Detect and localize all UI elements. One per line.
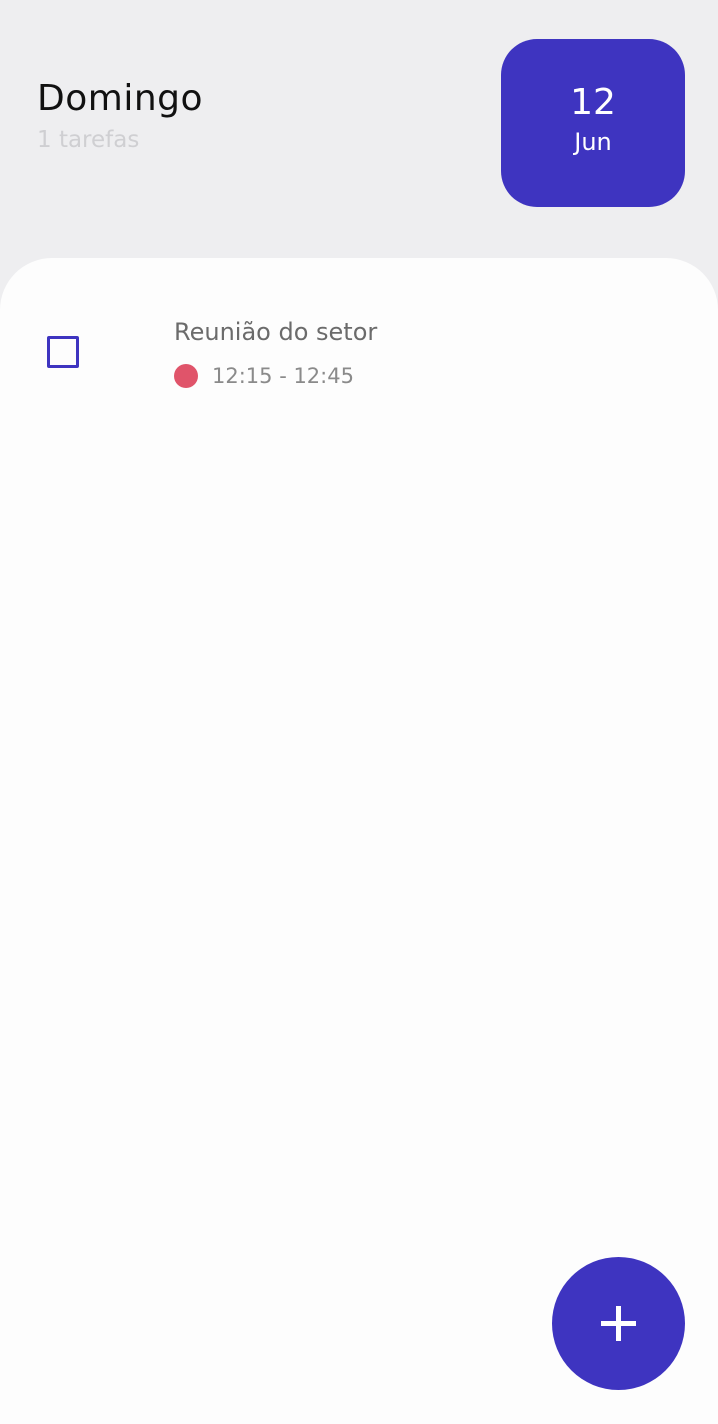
date-badge-button[interactable]: 12 Jun bbox=[501, 39, 685, 207]
task-time: 12:15 - 12:45 bbox=[212, 364, 354, 388]
task-count: 1 tarefas bbox=[37, 127, 140, 153]
task-meta: 12:15 - 12:45 bbox=[174, 363, 354, 389]
task-checkbox[interactable] bbox=[47, 336, 79, 368]
task-item[interactable]: Reunião do setor 12:15 - 12:45 bbox=[0, 300, 718, 410]
date-day: 12 bbox=[570, 82, 616, 123]
date-month: Jun bbox=[574, 128, 612, 156]
add-task-button[interactable] bbox=[552, 1257, 685, 1390]
day-header: Domingo 1 tarefas 12 Jun bbox=[0, 0, 718, 260]
task-list-sheet bbox=[0, 258, 718, 1424]
plus-icon bbox=[601, 1306, 636, 1341]
priority-dot-icon bbox=[174, 364, 198, 388]
day-title: Domingo bbox=[37, 78, 204, 119]
agenda-screen: Domingo 1 tarefas 12 Jun Reunião do seto… bbox=[0, 0, 718, 1424]
task-title: Reunião do setor bbox=[174, 318, 378, 346]
